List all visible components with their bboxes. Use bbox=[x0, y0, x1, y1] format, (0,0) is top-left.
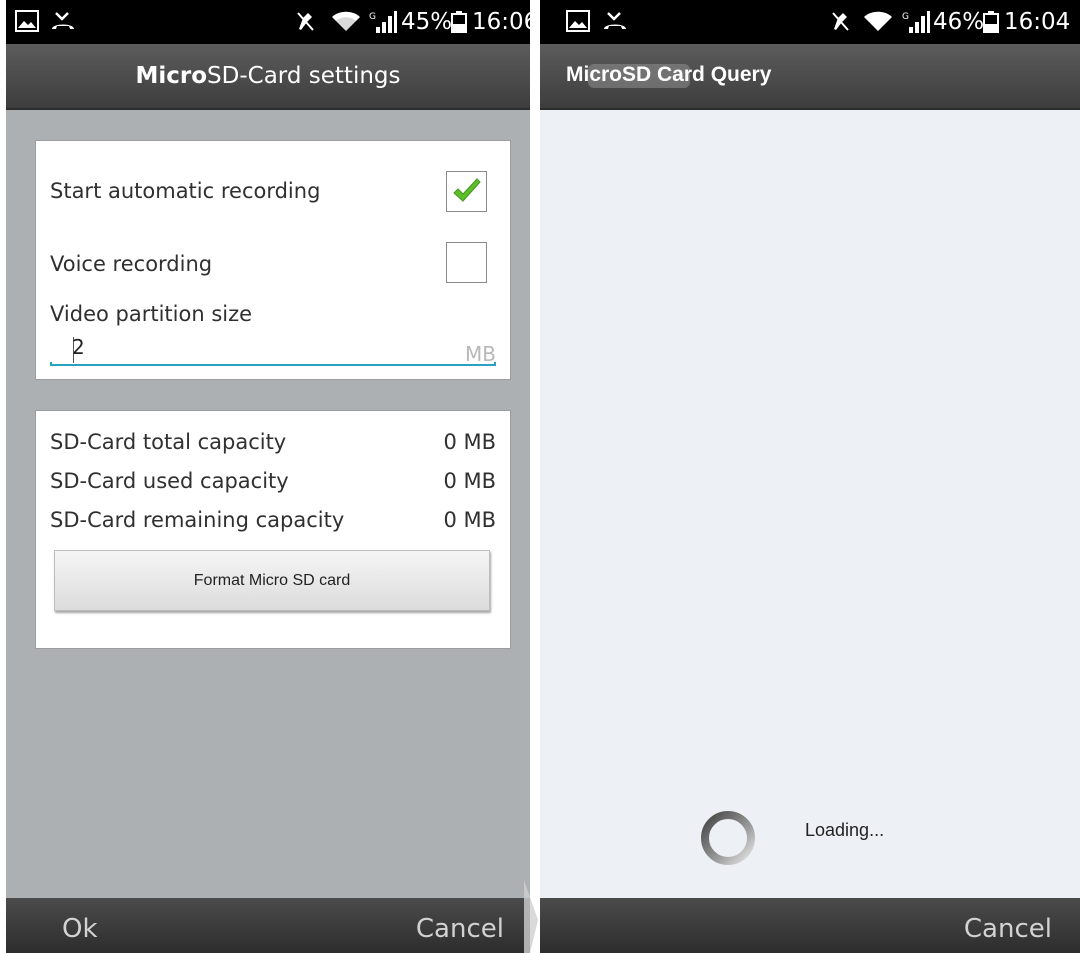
mute-icon bbox=[295, 10, 315, 36]
missed-call-icon bbox=[50, 10, 76, 36]
remaining-capacity-value: 0 MB bbox=[443, 508, 496, 532]
title-bar: MicroSD-Card settings bbox=[6, 44, 530, 110]
sd-settings-screen: G 45% 16:06 MicroSD-Card settings Start … bbox=[6, 0, 530, 953]
cancel-button[interactable]: Cancel bbox=[964, 898, 1052, 953]
page-title: MicroSD Card Query bbox=[566, 63, 772, 86]
divider-shadow bbox=[524, 880, 538, 953]
auto-recording-label: Start automatic recording bbox=[50, 179, 321, 203]
status-bar: G 46% 16:04 bbox=[540, 0, 1080, 44]
page-title: MicroSD-Card settings bbox=[6, 44, 530, 108]
image-icon bbox=[566, 10, 590, 36]
image-icon bbox=[15, 10, 39, 36]
format-sd-card-button[interactable]: Format Micro SD card bbox=[54, 550, 490, 611]
mute-icon bbox=[830, 10, 850, 36]
page-title-bold: Micro bbox=[135, 63, 208, 89]
battery-icon bbox=[983, 11, 999, 37]
voice-recording-checkbox[interactable] bbox=[446, 242, 487, 283]
bottom-action-bar: Ok Cancel bbox=[6, 898, 530, 953]
voice-recording-label: Voice recording bbox=[50, 252, 213, 276]
page-title-rest: SD-Card settings bbox=[207, 63, 401, 89]
svg-text:G: G bbox=[902, 12, 909, 22]
signal-icon: G bbox=[902, 10, 930, 38]
clock: 16:04 bbox=[1004, 9, 1071, 35]
loading-text: Loading... bbox=[805, 820, 885, 840]
sd-query-screen: G 46% 16:04 MicroSD Card Query Loading..… bbox=[540, 0, 1080, 953]
capacity-card: SD-Card total capacity 0 MB SD-Card used… bbox=[35, 410, 511, 649]
input-underline bbox=[50, 362, 496, 366]
battery-percentage: 46% bbox=[933, 9, 985, 35]
partition-size-value: 2 bbox=[72, 335, 85, 359]
spinner-icon bbox=[701, 811, 755, 865]
wifi-icon bbox=[863, 10, 893, 36]
missed-call-icon bbox=[602, 10, 628, 36]
svg-text:G: G bbox=[369, 12, 376, 22]
used-capacity-value: 0 MB bbox=[443, 469, 496, 493]
auto-recording-checkbox[interactable] bbox=[446, 171, 487, 212]
battery-icon bbox=[451, 11, 467, 37]
status-bar: G 45% 16:06 bbox=[6, 0, 530, 44]
total-capacity-value: 0 MB bbox=[443, 430, 496, 454]
checkmark-icon bbox=[453, 178, 481, 202]
used-capacity-label: SD-Card used capacity bbox=[50, 469, 289, 493]
partition-size-label: Video partition size bbox=[50, 302, 253, 326]
bottom-action-bar: Cancel bbox=[540, 898, 1080, 953]
cancel-button[interactable]: Cancel bbox=[416, 898, 504, 953]
wifi-icon bbox=[331, 10, 361, 36]
clock: 16:06 bbox=[472, 9, 530, 35]
ok-button[interactable]: Ok bbox=[62, 898, 98, 953]
battery-percentage: 45% bbox=[401, 9, 453, 35]
recording-settings-card: Start automatic recording Voice recordin… bbox=[35, 140, 511, 380]
title-bar: MicroSD Card Query bbox=[540, 44, 1080, 110]
signal-icon: G bbox=[369, 10, 397, 38]
remaining-capacity-label: SD-Card remaining capacity bbox=[50, 508, 345, 532]
total-capacity-label: SD-Card total capacity bbox=[50, 430, 287, 454]
